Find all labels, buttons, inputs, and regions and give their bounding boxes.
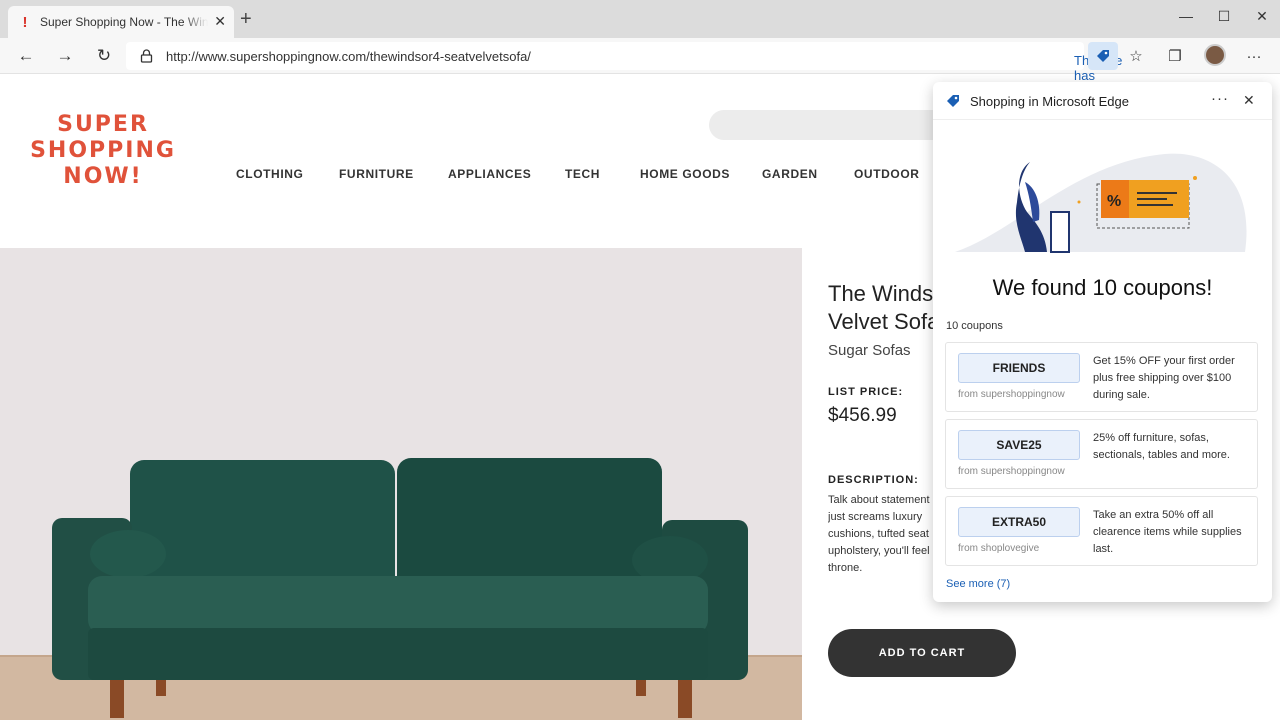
coupon-source: from shoplovegive (958, 543, 1040, 554)
back-arrow-icon[interactable]: ← (15, 45, 37, 67)
minimize-icon[interactable]: — (1176, 8, 1196, 24)
site-info-icon[interactable] (138, 48, 154, 64)
coupon-illustration: % (955, 153, 1247, 253)
tab-title: Super Shopping Now - The Windsor4-Seat V… (40, 15, 208, 29)
coupon-count: 10 coupons (946, 320, 1003, 332)
site-favicon-icon: ! (22, 13, 28, 31)
nav-home-goods[interactable]: HOME GOODS (640, 167, 730, 181)
refresh-icon[interactable]: ↻ (93, 45, 115, 67)
forward-arrow-icon[interactable]: → (54, 45, 76, 67)
product-brand[interactable]: Sugar Sofas (828, 342, 911, 359)
nav-clothing[interactable]: CLOTHING (236, 167, 303, 181)
description-line: Talk about statement (828, 494, 930, 506)
new-tab-button[interactable]: + (240, 9, 252, 29)
coupon-card[interactable]: EXTRA50 from shoplovegive Take an extra … (945, 496, 1258, 566)
tab-bar: ! Super Shopping Now - The Windsor4-Seat… (0, 0, 1280, 38)
pane-close-icon[interactable]: ✕ (1243, 92, 1255, 109)
tag-icon (945, 93, 961, 114)
coupon-offer: Get 15% OFF your first order plus free s… (1093, 355, 1235, 401)
settings-more-icon[interactable]: ··· (1243, 45, 1265, 67)
percent-symbol: % (1107, 193, 1121, 210)
product-price: $456.99 (828, 405, 897, 426)
site-search-input[interactable] (709, 110, 949, 140)
maximize-icon[interactable]: ☐ (1214, 8, 1234, 25)
coupons-found-headline: We found 10 coupons! (992, 275, 1213, 300)
coupon-card[interactable]: SAVE25 from supershoppingnow 25% off fur… (945, 419, 1258, 489)
nav-outdoor[interactable]: OUTDOOR (854, 167, 920, 181)
tab-close-icon[interactable]: ✕ (214, 13, 226, 30)
nav-tech[interactable]: TECH (565, 167, 600, 181)
store-logo[interactable]: SUPER SHOPPING NOW! (28, 112, 178, 190)
description-line: just screams luxury (828, 511, 923, 523)
coupon-offer: 25% off furniture, sofas, sectionals, ta… (1093, 432, 1230, 461)
url-text: http://www.supershoppingnow.com/thewinds… (166, 48, 531, 64)
product-image (0, 248, 802, 720)
nav-garden[interactable]: GARDEN (762, 167, 818, 181)
coupon-offer: Take an extra 50% off all clearence item… (1093, 509, 1242, 555)
coupon-code-button[interactable]: SAVE25 (958, 430, 1080, 460)
description-label: DESCRIPTION: (828, 474, 919, 486)
add-favorite-icon[interactable]: ☆ (1125, 45, 1147, 67)
logo-line: NOW! (63, 164, 143, 189)
coupon-code-button[interactable]: EXTRA50 (958, 507, 1080, 537)
sofa-illustration (52, 458, 748, 718)
pane-header: Shopping in Microsoft Edge ··· ✕ (933, 82, 1272, 120)
window-close-icon[interactable]: ✕ (1252, 8, 1272, 25)
description-line: cushions, tufted seat (828, 528, 929, 540)
coupon-source: from supershoppingnow (958, 466, 1065, 477)
add-to-cart-button[interactable]: ADD TO CART (828, 629, 1016, 677)
logo-line: SHOPPING (30, 138, 176, 163)
product-description: Talk about statement just screams luxury… (828, 492, 938, 577)
description-line: upholstery, you'll feel (828, 545, 930, 557)
coupon-source: from supershoppingnow (958, 389, 1065, 400)
address-bar[interactable]: http://www.supershoppingnow.com/thewinds… (126, 42, 1127, 98)
list-price-label: LIST PRICE: (828, 386, 904, 398)
collections-icon[interactable]: ❐ (1164, 45, 1186, 67)
coupon-card[interactable]: FRIENDS from supershoppingnow Get 15% OF… (945, 342, 1258, 412)
description-line: throne. (828, 562, 863, 574)
logo-line: SUPER (57, 112, 149, 137)
see-more-link[interactable]: See more (7) (946, 578, 1010, 590)
shopping-pane: Shopping in Microsoft Edge ··· ✕ % We fo… (933, 82, 1272, 602)
coupon-code-button[interactable]: FRIENDS (958, 353, 1080, 383)
active-tab[interactable]: ! Super Shopping Now - The Windsor4-Seat… (8, 6, 234, 38)
nav-furniture[interactable]: FURNITURE (339, 167, 414, 181)
nav-appliances[interactable]: APPLIANCES (448, 167, 531, 181)
tag-icon (1097, 50, 1109, 62)
profile-avatar[interactable] (1204, 44, 1226, 66)
coupon-tag-button[interactable] (1088, 42, 1118, 70)
pane-more-icon[interactable]: ··· (1211, 90, 1229, 107)
pane-title: Shopping in Microsoft Edge (970, 94, 1129, 109)
